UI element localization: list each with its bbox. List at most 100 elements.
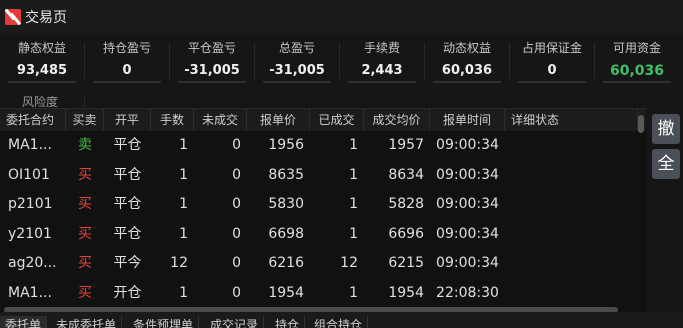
stat-dynamic-equity: 动态权益 60,036 <box>425 33 509 85</box>
cell-direction: 买 <box>78 255 92 271</box>
account-summary: 静态权益 93,485 持仓盈亏 0 平仓盈亏 -31,005 总盈亏 -31,… <box>0 33 683 109</box>
stat-available-funds: 可用资金 60,036 <box>595 33 679 85</box>
cell-order-time: 09:00:34 <box>436 255 499 271</box>
stat-divider <box>84 95 85 107</box>
cell-open-close: 平仓 <box>113 225 142 242</box>
cell-lots: 1 <box>179 196 188 212</box>
cell-filled: 1 <box>349 137 358 153</box>
stat-value: 60,036 <box>609 63 665 79</box>
cell-avg-price: 6696 <box>388 225 424 242</box>
cell-direction: 买 <box>78 284 92 301</box>
cell-unfilled: 0 <box>232 255 241 271</box>
column-header[interactable]: 报单时间 <box>430 109 505 131</box>
stat-margin-used: 占用保证金 0 <box>510 33 594 85</box>
column-header[interactable]: 买卖 <box>66 109 104 131</box>
table-row[interactable]: y2101 买 平仓 1 0 6698 1 6696 09:00:34 <box>0 220 646 250</box>
window-title: 交易页 <box>25 9 67 26</box>
cell-filled: 1 <box>349 166 358 183</box>
cell-status <box>505 131 638 161</box>
cancel-order-button[interactable]: 撤 <box>652 114 680 144</box>
cell-order-price: 8635 <box>268 166 304 183</box>
stat-underline <box>178 81 246 83</box>
cell-unfilled: 0 <box>232 284 241 301</box>
cell-order-price: 1954 <box>268 284 304 301</box>
cancel-all-button[interactable]: 全 <box>652 149 680 179</box>
table-row[interactable]: MA1... 买 开仓 1 0 1954 1 1954 22:08:30 <box>0 279 646 309</box>
table-row[interactable]: OI101 买 平仓 1 0 8635 1 8634 09:00:34 <box>0 161 646 191</box>
stat-label: 可用资金 <box>612 41 661 55</box>
stat-value: -31,005 <box>184 63 240 78</box>
cell-filled: 1 <box>349 284 358 301</box>
column-header[interactable]: 手数 <box>151 109 194 131</box>
cell-direction: 买 <box>78 166 92 183</box>
stat-underline <box>8 81 76 83</box>
cell-order-time: 09:00:34 <box>436 225 499 242</box>
cell-avg-price: 5828 <box>388 196 424 212</box>
cell-lots: 12 <box>170 255 188 271</box>
tab-pending-orders[interactable]: 未成委托单 <box>51 316 123 328</box>
column-header[interactable]: 开平 <box>104 109 151 131</box>
cell-avg-price: 8634 <box>388 166 424 183</box>
cell-order-price: 1956 <box>268 137 304 153</box>
stat-value: 0 <box>547 63 557 78</box>
stat-underline <box>433 81 501 83</box>
table-body: MA1... 卖 平仓 1 0 1956 1 1957 09:00:34 OI1… <box>0 131 646 308</box>
stat-label: 持仓盈亏 <box>102 41 151 55</box>
table-row[interactable]: MA1... 卖 平仓 1 0 1956 1 1957 09:00:34 <box>0 131 646 161</box>
column-header[interactable]: 未成交 <box>194 109 247 131</box>
tab-trades[interactable]: 成交记录 <box>205 316 265 328</box>
cell-avg-price: 6215 <box>388 255 424 271</box>
stat-total-pnl: 总盈亏 -31,005 <box>255 33 339 85</box>
cell-status <box>505 190 638 220</box>
cell-filled: 1 <box>349 225 358 242</box>
cell-filled: 12 <box>340 255 358 271</box>
stat-value: 60,036 <box>441 63 493 78</box>
cell-contract: ag20... <box>8 255 57 271</box>
column-header[interactable]: 详细状态 <box>505 109 638 131</box>
table-header: 委托合约 买卖 开平 手数 未成交 报单价 已成交 成交均价 报单时间 详细状态 <box>0 109 646 133</box>
cell-lots: 1 <box>179 225 188 242</box>
cell-direction: 买 <box>78 225 92 242</box>
cell-direction: 卖 <box>78 137 92 153</box>
cell-contract: OI101 <box>8 166 50 183</box>
stat-label: 平仓盈亏 <box>187 41 236 55</box>
cell-unfilled: 0 <box>232 137 241 153</box>
cell-open-close: 开仓 <box>113 284 142 301</box>
cell-unfilled: 0 <box>232 166 241 183</box>
column-header[interactable]: 已成交 <box>310 109 364 131</box>
tab-conditional-orders[interactable]: 条件预埋单 <box>128 316 200 328</box>
column-header[interactable]: 委托合约 <box>0 109 66 131</box>
bottom-tabs: 委托单 未成委托单 条件预埋单 成交记录 持仓 组合持仓 <box>0 312 683 328</box>
tab-positions[interactable]: 持仓 <box>270 316 306 328</box>
tab-combo-positions[interactable]: 组合持仓 <box>309 316 369 328</box>
stat-value: 2,443 <box>361 63 403 78</box>
stat-label: 总盈亏 <box>278 41 315 55</box>
stat-value: 0 <box>122 63 132 78</box>
column-header[interactable]: 成交均价 <box>364 109 430 131</box>
cell-contract: MA1... <box>8 284 52 301</box>
tab-orders[interactable]: 委托单 <box>0 316 48 328</box>
cell-order-price: 6698 <box>268 225 304 242</box>
cell-open-close: 平今 <box>113 255 142 271</box>
cell-contract: p2101 <box>8 196 53 212</box>
cell-order-price: 5830 <box>268 196 304 212</box>
side-actions: 撤 全 <box>646 108 683 312</box>
cell-unfilled: 0 <box>232 196 241 212</box>
column-header[interactable]: 报单价 <box>247 109 310 131</box>
cell-order-time: 22:08:30 <box>436 284 499 301</box>
cell-order-time: 09:00:34 <box>436 166 499 183</box>
table-row[interactable]: ag20... 买 平今 12 0 6216 12 6215 09:00:34 <box>0 249 646 279</box>
stat-label: 占用保证金 <box>521 41 582 55</box>
table-row[interactable]: p2101 买 平仓 1 0 5830 1 5828 09:00:34 <box>0 190 646 220</box>
title-bar: 交易页 <box>0 0 683 33</box>
stat-underline <box>263 81 331 83</box>
cell-order-time: 09:00:34 <box>436 196 499 212</box>
stat-label: 动态权益 <box>442 41 491 55</box>
stat-label: 静态权益 <box>17 41 66 55</box>
cell-open-close: 平仓 <box>113 166 142 183</box>
cell-lots: 1 <box>179 166 188 183</box>
cell-avg-price: 1957 <box>388 137 424 153</box>
cell-filled: 1 <box>349 196 358 212</box>
cell-contract: y2101 <box>8 225 52 242</box>
cell-order-price: 6216 <box>268 255 304 271</box>
